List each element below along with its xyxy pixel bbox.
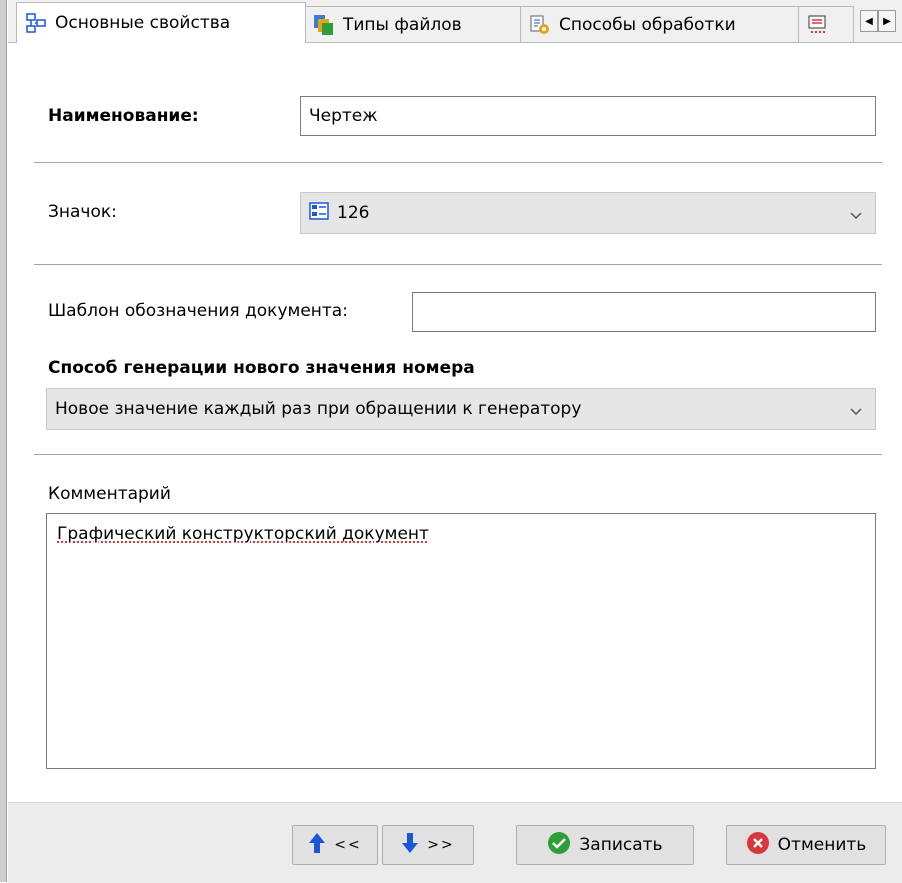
- generation-label: Способ генерации нового значения номера: [48, 358, 475, 378]
- overflow-tab-icon: [807, 14, 829, 36]
- comment-label: Комментарий: [48, 484, 171, 504]
- chevron-left-icon: ◀: [865, 15, 873, 27]
- cancel-button[interactable]: Отменить: [726, 825, 886, 865]
- previous-button-label: <<: [334, 837, 362, 853]
- tab-processing-methods[interactable]: Способы обработки: [520, 6, 800, 42]
- save-button[interactable]: Записать: [516, 825, 694, 865]
- icon-preview-icon: [309, 201, 329, 225]
- window-left-border: [0, 0, 7, 882]
- name-input-value: Чертеж: [309, 106, 378, 126]
- tab-label: Типы файлов: [343, 14, 462, 35]
- separator: [34, 454, 882, 456]
- next-button[interactable]: >>: [382, 825, 474, 865]
- generation-select[interactable]: Новое значение каждый раз при обращении …: [46, 388, 876, 430]
- generation-select-value: Новое значение каждый раз при обращении …: [55, 399, 582, 419]
- tab-scroll-buttons: ◀ ▶: [860, 10, 896, 32]
- name-label: Наименование:: [48, 106, 199, 126]
- file-types-icon: [313, 14, 335, 36]
- checkmark-icon: [547, 831, 571, 860]
- arrow-up-icon: [308, 832, 326, 859]
- name-input[interactable]: Чертеж: [300, 96, 876, 136]
- icon-select-value: 126: [337, 203, 370, 223]
- arrow-down-icon: [401, 832, 419, 859]
- separator: [34, 162, 882, 164]
- save-button-label: Записать: [579, 835, 663, 855]
- tab-scroll-right-button[interactable]: ▶: [878, 10, 896, 32]
- chevron-right-icon: ▶: [883, 15, 891, 27]
- tab-label: Основные свойства: [55, 13, 231, 33]
- tab-strip: Основные свойства Типы файлов Способы об…: [8, 0, 902, 43]
- tab-scroll-left-button[interactable]: ◀: [860, 10, 878, 32]
- cancel-button-label: Отменить: [777, 835, 867, 855]
- properties-icon: [25, 12, 47, 34]
- tab-label: Способы обработки: [559, 14, 736, 35]
- tab-basic-properties[interactable]: Основные свойства: [16, 2, 306, 43]
- chevron-down-icon: [849, 207, 863, 227]
- template-label: Шаблон обозначения документа:: [48, 301, 348, 321]
- icon-select[interactable]: 126: [300, 192, 876, 234]
- comment-text: Графический конструкторский документ: [57, 524, 429, 544]
- footer-panel: << >> Записать Отменить: [8, 802, 902, 883]
- comment-textarea[interactable]: Графический конструкторский документ: [46, 513, 876, 769]
- previous-button[interactable]: <<: [292, 825, 378, 865]
- template-input[interactable]: [412, 292, 876, 332]
- icon-label: Значок:: [48, 202, 117, 222]
- next-button-label: >>: [427, 837, 455, 853]
- chevron-down-icon: [849, 403, 863, 423]
- tab-overflow[interactable]: [798, 6, 854, 42]
- processing-methods-icon: [529, 14, 551, 36]
- tab-file-types[interactable]: Типы файлов: [304, 6, 522, 42]
- separator: [34, 264, 882, 266]
- cancel-icon: [746, 831, 770, 860]
